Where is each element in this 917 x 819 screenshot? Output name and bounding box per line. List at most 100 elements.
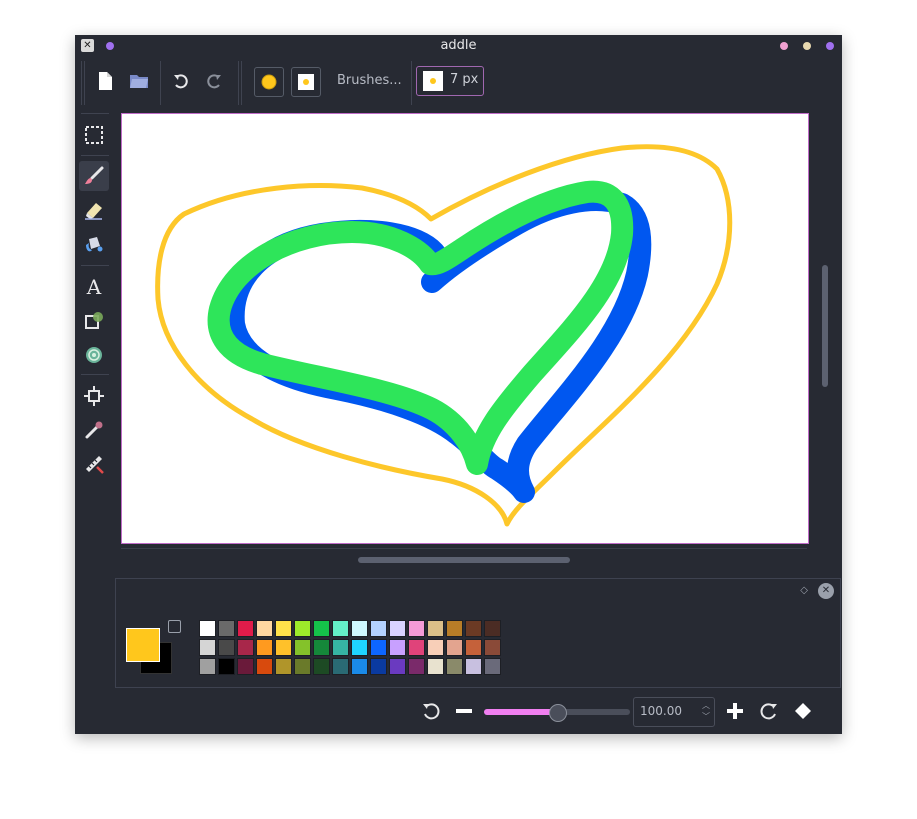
palette-swatch[interactable] bbox=[294, 620, 311, 637]
palette-swatch[interactable] bbox=[389, 658, 406, 675]
palette-swatch[interactable] bbox=[256, 620, 273, 637]
reset-view-button[interactable] bbox=[792, 700, 814, 722]
swap-colors-icon[interactable] bbox=[168, 620, 181, 633]
maximize-button[interactable] bbox=[803, 42, 811, 50]
rect-select-tool[interactable] bbox=[79, 120, 109, 150]
palette-swatch[interactable] bbox=[427, 639, 444, 656]
canvas-horizontal-scrollbar[interactable] bbox=[358, 557, 570, 563]
palette-swatch[interactable] bbox=[256, 658, 273, 675]
palette-swatch[interactable] bbox=[389, 620, 406, 637]
gradient-tool[interactable] bbox=[79, 340, 109, 370]
redo-button[interactable] bbox=[199, 66, 229, 96]
palette-swatch[interactable] bbox=[256, 639, 273, 656]
palette-swatch[interactable] bbox=[294, 658, 311, 675]
palette-swatch[interactable] bbox=[294, 639, 311, 656]
float-panel-icon[interactable]: ◇ bbox=[800, 585, 808, 596]
palette-swatch[interactable] bbox=[237, 620, 254, 637]
color-picker-tool[interactable] bbox=[79, 415, 109, 445]
palette-swatch[interactable] bbox=[446, 620, 463, 637]
foreground-color-swatch[interactable] bbox=[126, 628, 160, 662]
palette-swatch[interactable] bbox=[218, 620, 235, 637]
brush-square-button[interactable] bbox=[291, 67, 321, 97]
shape-icon bbox=[85, 312, 103, 329]
text-icon: A bbox=[86, 276, 102, 298]
minimize-button[interactable] bbox=[780, 42, 788, 50]
close-panel-icon[interactable]: ✕ bbox=[818, 583, 834, 599]
drawing-canvas[interactable] bbox=[121, 113, 809, 544]
palette-swatch[interactable] bbox=[332, 658, 349, 675]
palette-swatch[interactable] bbox=[313, 639, 330, 656]
zoom-slider-handle[interactable] bbox=[549, 704, 567, 722]
palette-swatch[interactable] bbox=[408, 658, 425, 675]
text-tool[interactable]: A bbox=[79, 272, 109, 302]
palette-swatch[interactable] bbox=[199, 658, 216, 675]
brushes-button[interactable]: Brushes... bbox=[337, 73, 402, 88]
palette-swatch[interactable] bbox=[465, 620, 482, 637]
toolbar-grip[interactable] bbox=[81, 61, 82, 105]
tool-sidebar: A bbox=[75, 113, 117, 495]
rotate-right-button[interactable] bbox=[758, 700, 780, 722]
palette-swatch[interactable] bbox=[218, 639, 235, 656]
palette-swatch[interactable] bbox=[332, 639, 349, 656]
paintbrush-tool[interactable] bbox=[79, 161, 109, 191]
open-file-button[interactable] bbox=[124, 66, 154, 96]
undo-button[interactable] bbox=[166, 66, 196, 96]
palette-swatch[interactable] bbox=[408, 620, 425, 637]
zoom-out-button[interactable] bbox=[453, 700, 475, 722]
undo-icon bbox=[174, 74, 188, 89]
brush-dot-icon bbox=[430, 78, 436, 84]
zoom-bar: 100.00 ︿ ﹀ bbox=[420, 697, 840, 727]
palette-swatch[interactable] bbox=[351, 620, 368, 637]
palette-swatch[interactable] bbox=[351, 658, 368, 675]
palette-swatch[interactable] bbox=[427, 658, 444, 675]
palette-swatch[interactable] bbox=[351, 639, 368, 656]
move-tool[interactable] bbox=[79, 381, 109, 411]
paintbrush-icon bbox=[85, 166, 104, 184]
palette-swatch[interactable] bbox=[484, 639, 501, 656]
palette-swatch[interactable] bbox=[275, 658, 292, 675]
main-toolbar: Brushes... 7 px bbox=[75, 58, 842, 110]
zoom-value: 100.00 bbox=[640, 704, 682, 718]
close-button[interactable] bbox=[826, 42, 834, 50]
palette-swatch[interactable] bbox=[313, 620, 330, 637]
folder-open-icon bbox=[130, 75, 148, 88]
palette-swatch[interactable] bbox=[237, 658, 254, 675]
palette-swatch[interactable] bbox=[199, 639, 216, 656]
minus-icon bbox=[456, 709, 472, 713]
palette-swatch[interactable] bbox=[370, 658, 387, 675]
zoom-slider[interactable] bbox=[484, 704, 630, 722]
palette-swatch[interactable] bbox=[465, 639, 482, 656]
measure-tool[interactable] bbox=[79, 449, 109, 479]
palette-swatch[interactable] bbox=[446, 658, 463, 675]
zoom-value-field[interactable]: 100.00 ︿ ﹀ bbox=[633, 697, 715, 727]
fill-tool[interactable] bbox=[79, 229, 109, 259]
brush-size-button[interactable]: 7 px bbox=[416, 66, 484, 96]
palette-swatch[interactable] bbox=[237, 639, 254, 656]
palette-swatch[interactable] bbox=[389, 639, 406, 656]
toolbar-grip[interactable] bbox=[84, 61, 85, 105]
palette-swatch[interactable] bbox=[370, 639, 387, 656]
palette-swatch[interactable] bbox=[199, 620, 216, 637]
eraser-tool[interactable] bbox=[79, 195, 109, 225]
palette-swatch[interactable] bbox=[313, 658, 330, 675]
shape-tool[interactable] bbox=[79, 306, 109, 336]
rotate-left-button[interactable] bbox=[420, 700, 442, 722]
zoom-in-button[interactable] bbox=[724, 700, 746, 722]
palette-swatch[interactable] bbox=[408, 639, 425, 656]
palette-swatch[interactable] bbox=[218, 658, 235, 675]
palette-swatch[interactable] bbox=[370, 620, 387, 637]
palette-swatch[interactable] bbox=[275, 639, 292, 656]
palette-swatch[interactable] bbox=[465, 658, 482, 675]
palette-swatch[interactable] bbox=[446, 639, 463, 656]
window-title: addle bbox=[440, 38, 477, 53]
rotate-right-icon bbox=[760, 703, 777, 720]
zoom-spinner-icon[interactable]: ︿ ﹀ bbox=[702, 700, 710, 722]
new-document-button[interactable] bbox=[90, 66, 120, 96]
palette-swatch[interactable] bbox=[484, 620, 501, 637]
palette-swatch[interactable] bbox=[427, 620, 444, 637]
palette-swatch[interactable] bbox=[275, 620, 292, 637]
palette-swatch[interactable] bbox=[484, 658, 501, 675]
palette-swatch[interactable] bbox=[332, 620, 349, 637]
brush-round-button[interactable] bbox=[254, 67, 284, 97]
canvas-vertical-scrollbar[interactable] bbox=[822, 265, 828, 387]
